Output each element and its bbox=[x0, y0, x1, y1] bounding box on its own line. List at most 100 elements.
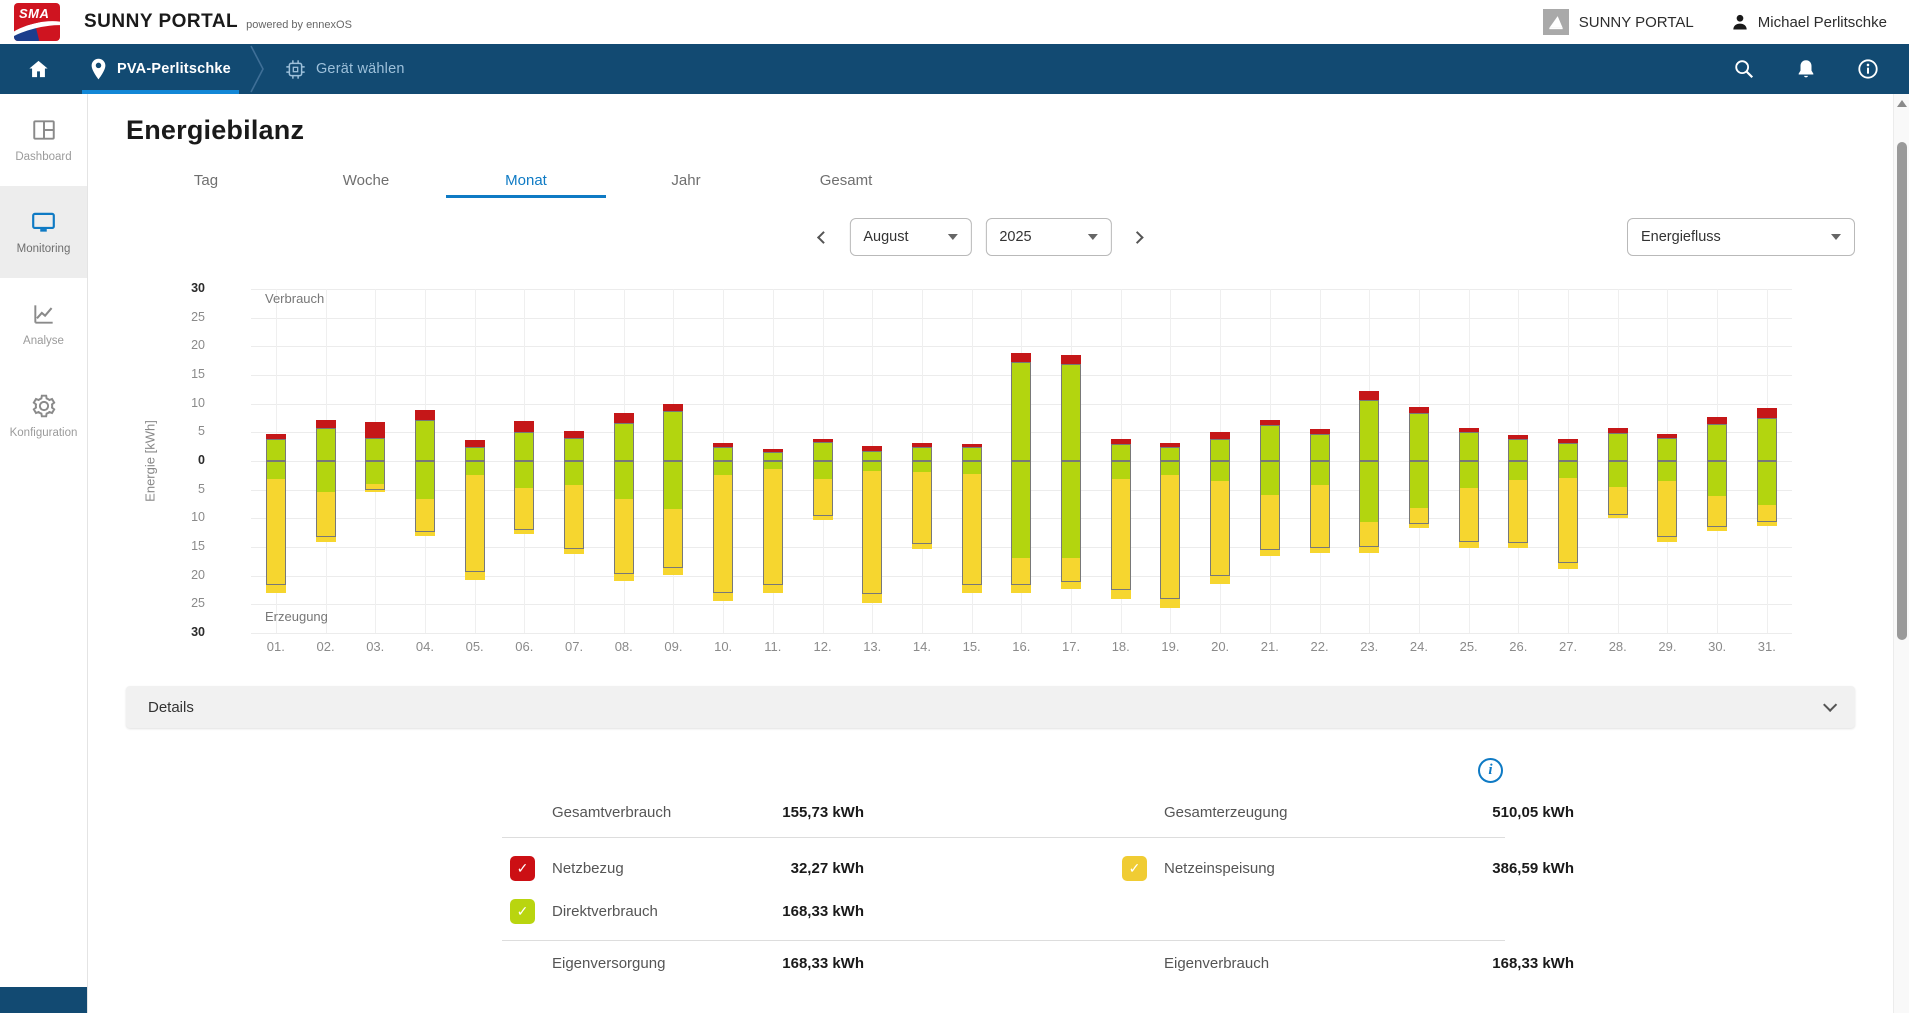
y-axis-tick: 5 bbox=[126, 482, 205, 496]
sidebar: Dashboard Monitoring Analyse Konfigurati… bbox=[0, 94, 88, 1013]
portal-switcher-icon[interactable] bbox=[1543, 9, 1569, 35]
y-axis-tick: 5 bbox=[126, 424, 205, 438]
total-consumption-value: 155,73 kWh bbox=[742, 804, 864, 821]
y-axis-tick: 25 bbox=[126, 310, 205, 324]
x-axis-tick: 26. bbox=[1496, 639, 1540, 654]
vertical-scrollbar[interactable] bbox=[1893, 94, 1909, 1013]
main-content: Energiebilanz Tag Woche Monat Jahr Gesam… bbox=[88, 94, 1893, 1013]
consumption-region-label: Verbrauch bbox=[265, 291, 324, 306]
scroll-up-arrow-icon[interactable] bbox=[1897, 100, 1907, 107]
eigenversorgung-label: Eigenversorgung bbox=[552, 955, 742, 972]
summary-table: i Gesamtverbrauch 155,73 kWh Gesamterzeu… bbox=[510, 788, 1497, 972]
netzbezug-value: 32,27 kWh bbox=[742, 860, 864, 877]
brand-title: SUNNY PORTAL bbox=[84, 11, 238, 33]
x-axis-tick: 14. bbox=[900, 639, 944, 654]
breadcrumb-site[interactable]: PVA-Perlitschke bbox=[76, 44, 245, 94]
y-axis-tick: 30 bbox=[126, 625, 205, 639]
tab-jahr[interactable]: Jahr bbox=[606, 162, 766, 198]
total-generation-label: Gesamterzeugung bbox=[1164, 804, 1414, 821]
user-menu[interactable]: Michael Perlitschke bbox=[1730, 12, 1887, 32]
y-axis-tick: 30 bbox=[126, 281, 205, 295]
netzeinspeisung-label: Netzeinspeisung bbox=[1164, 860, 1414, 877]
scrollbar-thumb[interactable] bbox=[1897, 142, 1907, 640]
previous-month-button[interactable] bbox=[811, 225, 835, 249]
direktverbrauch-checkbox[interactable]: ✓ bbox=[510, 899, 535, 924]
x-axis-tick: 07. bbox=[552, 639, 596, 654]
netzeinspeisung-value: 386,59 kWh bbox=[1414, 860, 1574, 877]
direktverbrauch-value: 168,33 kWh bbox=[742, 903, 864, 920]
sidebar-item-analyse[interactable]: Analyse bbox=[0, 278, 87, 370]
tab-monat[interactable]: Monat bbox=[446, 162, 606, 198]
chevron-down-icon bbox=[1087, 234, 1097, 240]
year-dropdown[interactable]: 2025 bbox=[985, 218, 1111, 256]
eigenverbrauch-value: 168,33 kWh bbox=[1414, 955, 1574, 972]
x-axis-tick: 04. bbox=[403, 639, 447, 654]
powered-by-label: powered by ennexOS bbox=[246, 19, 352, 31]
x-axis-tick: 01. bbox=[254, 639, 298, 654]
y-axis-tick: 10 bbox=[126, 396, 205, 410]
chevron-down-icon bbox=[1831, 234, 1841, 240]
sidebar-item-konfiguration[interactable]: Konfiguration bbox=[0, 370, 87, 462]
x-axis-tick: 20. bbox=[1198, 639, 1242, 654]
bell-icon bbox=[1795, 58, 1817, 80]
x-axis-tick: 05. bbox=[453, 639, 497, 654]
x-axis-tick: 12. bbox=[801, 639, 845, 654]
sidebar-item-dashboard[interactable]: Dashboard bbox=[0, 94, 87, 186]
y-axis-tick: 20 bbox=[126, 568, 205, 582]
x-axis-tick: 22. bbox=[1298, 639, 1342, 654]
netzeinspeisung-checkbox[interactable]: ✓ bbox=[1122, 856, 1147, 881]
chevron-down-icon bbox=[1823, 698, 1837, 712]
next-month-button[interactable] bbox=[1125, 225, 1149, 249]
x-axis-tick: 17. bbox=[1049, 639, 1093, 654]
dashboard-icon bbox=[31, 117, 57, 143]
app-header: SMA SUNNY PORTAL powered by ennexOS SUNN… bbox=[0, 0, 1909, 44]
info-icon bbox=[1857, 58, 1879, 80]
sidebar-item-label: Analyse bbox=[23, 335, 64, 347]
sidebar-footer-bar[interactable] bbox=[0, 987, 87, 1013]
portal-switcher-label[interactable]: SUNNY PORTAL bbox=[1579, 14, 1694, 31]
search-button[interactable] bbox=[1733, 58, 1755, 80]
y-axis-tick: 15 bbox=[126, 539, 205, 553]
view-mode-dropdown[interactable]: Energiefluss bbox=[1627, 218, 1855, 256]
notifications-button[interactable] bbox=[1795, 58, 1817, 80]
home-button[interactable] bbox=[0, 58, 76, 81]
search-icon bbox=[1733, 58, 1755, 80]
info-button[interactable] bbox=[1857, 58, 1879, 80]
page-title: Energiebilanz bbox=[126, 115, 1855, 146]
sidebar-item-monitoring[interactable]: Monitoring bbox=[0, 186, 87, 278]
netzbezug-checkbox[interactable]: ✓ bbox=[510, 856, 535, 881]
eigenverbrauch-label: Eigenverbrauch bbox=[1164, 955, 1414, 972]
mountain-icon bbox=[1546, 12, 1566, 32]
generation-region-label: Erzeugung bbox=[265, 609, 328, 624]
monitor-icon bbox=[30, 209, 57, 235]
sidebar-item-label: Monitoring bbox=[17, 243, 71, 255]
user-icon bbox=[1730, 12, 1750, 32]
x-axis-tick: 29. bbox=[1645, 639, 1689, 654]
sidebar-item-label: Konfiguration bbox=[10, 427, 78, 439]
x-axis-tick: 31. bbox=[1745, 639, 1789, 654]
breadcrumb-device-select[interactable]: Gerät wählen bbox=[271, 44, 419, 94]
tab-gesamt[interactable]: Gesamt bbox=[766, 162, 926, 198]
x-axis-tick: 10. bbox=[701, 639, 745, 654]
sma-logo[interactable]: SMA bbox=[14, 3, 60, 41]
year-dropdown-value: 2025 bbox=[999, 229, 1031, 245]
summary-totals-row: Gesamtverbrauch 155,73 kWh Gesamterzeugu… bbox=[510, 788, 1497, 833]
eigenversorgung-value: 168,33 kWh bbox=[742, 955, 864, 972]
y-axis-tick: 0 bbox=[126, 453, 205, 467]
y-axis-tick: 25 bbox=[126, 596, 205, 610]
x-axis-tick: 08. bbox=[602, 639, 646, 654]
x-axis-tick: 21. bbox=[1248, 639, 1292, 654]
period-tabs: Tag Woche Monat Jahr Gesamt bbox=[126, 162, 1855, 198]
energy-balance-chart[interactable]: 3025201510505101520253001.02.03.04.05.06… bbox=[126, 281, 1855, 659]
month-dropdown[interactable]: August bbox=[849, 218, 971, 256]
tab-tag[interactable]: Tag bbox=[126, 162, 286, 198]
details-expander[interactable]: Details bbox=[126, 686, 1855, 728]
tab-woche[interactable]: Woche bbox=[286, 162, 446, 198]
x-axis-tick: 18. bbox=[1099, 639, 1143, 654]
chevron-down-icon bbox=[947, 234, 957, 240]
x-axis-tick: 02. bbox=[304, 639, 348, 654]
home-icon bbox=[27, 58, 50, 81]
device-chip-icon bbox=[285, 59, 306, 80]
x-axis-tick: 30. bbox=[1695, 639, 1739, 654]
summary-info-icon[interactable]: i bbox=[1478, 758, 1503, 783]
